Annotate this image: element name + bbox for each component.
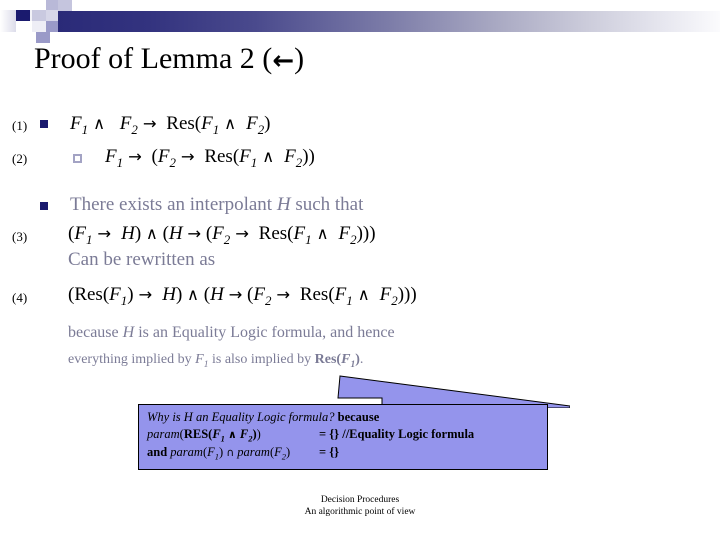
callout-line-2-left: param(RES(F1 ∧ F2)) [147,427,261,444]
interpolant-statement: There exists an interpolant H such that [70,194,364,215]
rewritten-label: Can be rewritten as [68,249,216,270]
left-arrow-icon: ← [272,46,295,76]
line-number-1: (1) [12,118,28,133]
callout-line-2-right: = {} //Equality Logic formula [319,427,475,441]
filled-square-bullet-icon-2 [40,202,48,210]
formula-line-2: F1 → (F2 → Res(F1 ∧ F2)) [105,146,315,170]
line-number-4: (4) [12,290,28,305]
callout-question: Why is H an Equality Logic formula? [147,410,335,424]
deco-square-1 [0,10,16,32]
deco-square-3 [16,10,30,21]
header-gradient-bar [56,11,720,32]
callout-box: Why is H an Equality Logic formula? beca… [138,404,548,470]
explanation-line-1: because H is an Equality Logic formula, … [68,324,395,341]
deco-square-10 [58,0,72,11]
formula-line-4: (Res(F1) → H) ∧ (H → (F2 → Res(F1 ∧ F2))) [68,284,417,308]
callout-because: because [334,410,380,424]
slide-footer: Decision Procedures An algorithmic point… [0,494,720,518]
line-number-2: (2) [12,151,28,166]
line-number-3: (3) [12,229,28,244]
page-title-close-paren: ) [294,42,305,75]
footer-line-1: Decision Procedures [320,495,400,505]
deco-square-8 [46,10,58,21]
footer-line-2: An algorithmic point of view [304,507,416,517]
callout-line-1: Why is H an Equality Logic formula? beca… [147,410,379,425]
deco-square-9 [46,21,58,32]
page-title: Proof of Lemma 2 (←) [34,40,694,79]
formula-line-1: F1 ∧ F2 → Res(F1 ∧ F2) [70,113,271,137]
page-title-text: Proof of Lemma 2 ( [34,42,273,75]
filled-square-bullet-icon [40,120,48,128]
deco-square-5 [32,10,46,21]
formula-line-3: (F1 → H) ∧ (H → (F2 → Res(F1 ∧ F2))) [68,223,376,247]
explanation-line-2: everything implied by F1 is also implied… [68,352,364,370]
callout-line-3-right: = {} [319,445,340,459]
callout-line-3-left: and param(F1) ∩ param(F2) [147,445,291,462]
callout-tail-icon [337,375,570,408]
deco-square-6 [32,21,46,32]
hollow-square-bullet-icon [73,154,82,163]
